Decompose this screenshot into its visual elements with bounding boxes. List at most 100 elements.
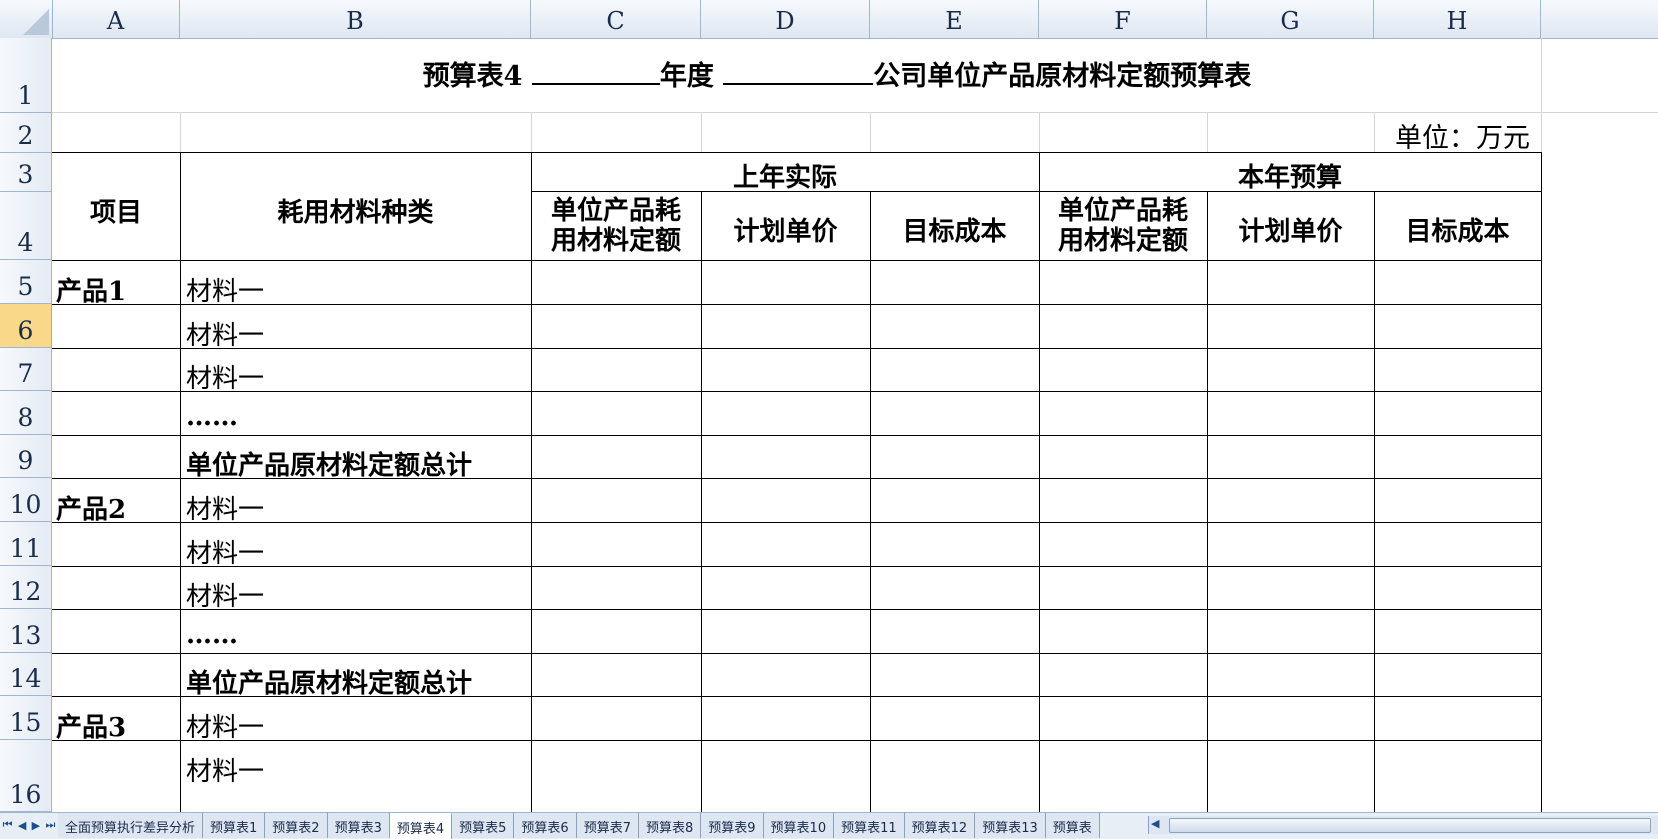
header-quota-line1: 单位产品耗: [1057, 196, 1188, 226]
material-cell[interactable]: 材料一: [186, 576, 264, 613]
material-cell[interactable]: 材料一: [186, 707, 264, 744]
item-cell[interactable]: 产品3: [56, 707, 126, 744]
material-cell[interactable]: 材料一: [186, 751, 264, 788]
header-item: 项目: [89, 198, 142, 228]
table-border: [52, 609, 1541, 610]
header-quota-line2: 用材料定额: [1057, 226, 1188, 256]
column-header-h[interactable]: H: [1374, 0, 1541, 38]
table-border: [52, 260, 1541, 261]
table-border: [52, 348, 1541, 349]
title-middle: 年度: [659, 61, 714, 92]
material-cell[interactable]: 材料一: [186, 271, 264, 308]
row-header-8[interactable]: 8: [0, 391, 52, 435]
row-header-9[interactable]: 9: [0, 435, 52, 478]
table-border: [1541, 152, 1542, 812]
column-header-e[interactable]: E: [870, 0, 1039, 38]
scrollbar-thumb[interactable]: [1169, 818, 1651, 833]
scroll-left-icon[interactable]: ◀: [1151, 817, 1159, 830]
material-cell[interactable]: ……: [186, 620, 238, 650]
row-header-13[interactable]: 13: [0, 609, 52, 653]
sheet-tab[interactable]: 预算表8: [638, 813, 702, 838]
header-plan-price-last: 计划单价: [733, 217, 838, 247]
header-quota-last: 单位产品耗 用材料定额: [531, 196, 701, 256]
row-header-12[interactable]: 12: [0, 566, 52, 609]
horizontal-scrollbar[interactable]: ◀: [1148, 816, 1658, 834]
row-header-6[interactable]: 6: [0, 304, 52, 348]
column-header-f[interactable]: F: [1039, 0, 1207, 38]
table-border: [180, 152, 181, 812]
prev-sheet-icon[interactable]: ◀: [18, 819, 26, 832]
sheet-tab[interactable]: 预算表12: [904, 813, 976, 838]
title-prefix: 预算表4: [422, 61, 523, 92]
sheet-tab-active[interactable]: 预算表4: [389, 813, 453, 839]
table-border: [701, 191, 702, 812]
row-header-10[interactable]: 10: [0, 478, 52, 522]
gridline: [180, 113, 181, 153]
sheet-tabs: 全面预算执行差异分析 预算表1 预算表2 预算表3 预算表4 预算表5 预算表6…: [58, 813, 1100, 839]
table-border: [1374, 191, 1375, 812]
title-suffix: 公司单位产品原材料定额预算表: [873, 61, 1252, 92]
next-sheet-icon[interactable]: ▶: [32, 819, 40, 832]
header-quota-line2: 用材料定额: [550, 226, 681, 256]
row-header-7[interactable]: 7: [0, 348, 52, 391]
row-header-3[interactable]: 3: [0, 153, 52, 192]
material-total-cell[interactable]: 单位产品原材料定额总计: [186, 445, 472, 482]
gridline: [531, 113, 532, 153]
sheet-tab[interactable]: 预算表13: [975, 813, 1046, 838]
header-target-cost-last: 目标成本: [902, 217, 1007, 247]
header-plan-price-this: 计划单价: [1238, 217, 1343, 247]
sheet-tab[interactable]: 预算表9: [701, 813, 764, 838]
row-header-14[interactable]: 14: [0, 653, 52, 696]
sheet-tab-bar: ⏮ ◀ ▶ ⏭ 全面预算执行差异分析 预算表1 预算表2 预算表3 预算表4 预…: [0, 812, 1658, 839]
table-border: [52, 522, 1541, 523]
material-cell[interactable]: ……: [186, 402, 238, 432]
select-all-corner[interactable]: [0, 0, 53, 39]
column-header-g[interactable]: G: [1207, 0, 1374, 38]
table-border: [52, 653, 1541, 654]
sheet-tab[interactable]: 预算表3: [327, 813, 390, 838]
sheet-tab[interactable]: 预算表10: [763, 813, 835, 838]
sheet-tab[interactable]: 预算表1: [203, 813, 266, 838]
gridline: [701, 113, 702, 153]
gridline: [1039, 113, 1040, 153]
unit-label: 单位：万元: [1395, 123, 1530, 154]
gridline: [870, 113, 871, 153]
table-border: [870, 191, 871, 812]
sheet-tab[interactable]: 全面预算执行差异分析: [58, 813, 204, 838]
header-this-year: 本年预算: [1237, 163, 1342, 193]
row-header-5[interactable]: 5: [0, 260, 52, 304]
sheet-tab[interactable]: 预算表7: [576, 813, 639, 838]
row-header-16[interactable]: 16: [0, 740, 52, 812]
sheet-tab[interactable]: 预算表5: [452, 813, 515, 838]
sheet-tab[interactable]: 预算表: [1045, 813, 1100, 838]
row-header-4[interactable]: 4: [0, 192, 52, 260]
material-cell[interactable]: 材料一: [186, 358, 264, 395]
material-cell[interactable]: 材料一: [186, 533, 264, 570]
row-header-11[interactable]: 11: [0, 522, 52, 566]
sheet-tab[interactable]: 预算表11: [834, 813, 905, 838]
column-header-a[interactable]: A: [52, 0, 180, 38]
column-header-d[interactable]: D: [701, 0, 870, 38]
year-blank[interactable]: [531, 59, 660, 85]
material-cell[interactable]: 材料一: [186, 315, 264, 352]
row-header-2[interactable]: 2: [0, 113, 52, 153]
column-header-c[interactable]: C: [531, 0, 701, 38]
sheet-tab[interactable]: 预算表6: [514, 813, 577, 838]
row-header-15[interactable]: 15: [0, 696, 52, 740]
last-sheet-icon[interactable]: ⏭: [45, 818, 55, 832]
column-header-b[interactable]: B: [180, 0, 531, 38]
row-header-1[interactable]: 1: [0, 38, 52, 113]
item-cell[interactable]: 产品2: [56, 489, 126, 526]
company-blank[interactable]: [723, 59, 874, 85]
table-border: [52, 740, 1541, 741]
first-sheet-icon[interactable]: ⏮: [3, 818, 13, 832]
sheet-nav-buttons: ⏮ ◀ ▶ ⏭: [0, 815, 58, 835]
table-border: [52, 435, 1541, 436]
header-last-year: 上年实际: [732, 163, 837, 193]
header-quota-this: 单位产品耗 用材料定额: [1039, 196, 1207, 256]
material-cell[interactable]: 材料一: [186, 489, 264, 526]
gridline: [1207, 113, 1208, 153]
material-total-cell[interactable]: 单位产品原材料定额总计: [186, 663, 472, 700]
item-cell[interactable]: 产品1: [56, 271, 126, 308]
sheet-tab[interactable]: 预算表2: [265, 813, 328, 838]
